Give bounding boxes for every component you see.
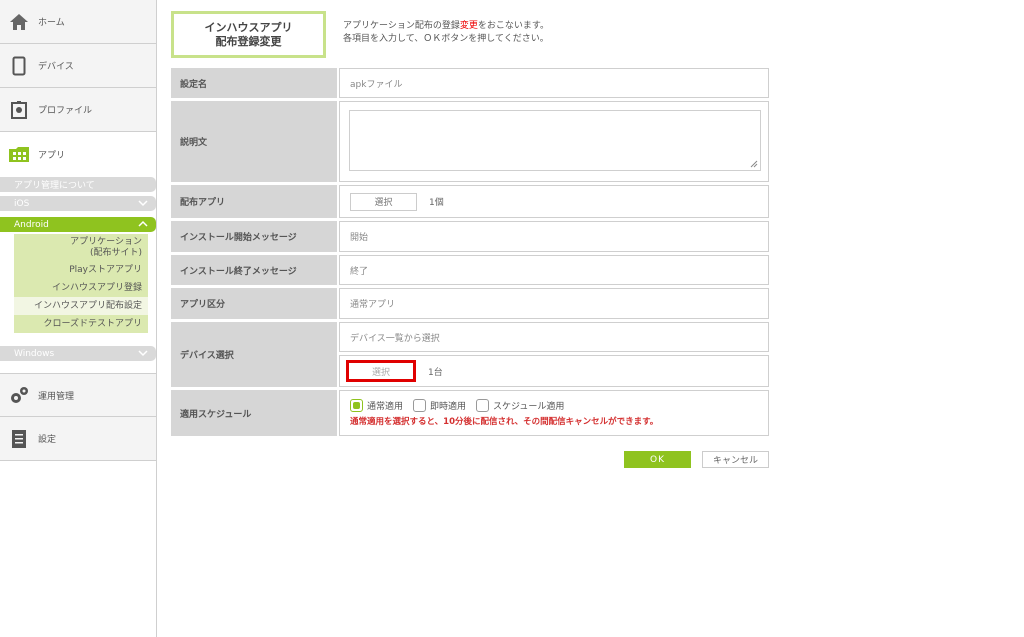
select-app-button[interactable]: 選択	[350, 192, 417, 211]
app-field: 選択 1個	[339, 185, 769, 218]
sidebar-item-android-label: Android	[14, 219, 49, 230]
document-icon	[0, 429, 38, 449]
nav-operations-label: 運用管理	[38, 391, 75, 402]
checkbox-icon[interactable]	[413, 399, 427, 412]
checkbox-checked-icon[interactable]	[350, 399, 363, 412]
desc-text-b: をおこないます。	[477, 21, 549, 31]
desc-text-a: アプリケーション配布の登録	[343, 21, 460, 31]
android-item-playstore[interactable]: Playストアアプリ	[14, 261, 148, 279]
install-start-label: インストール開始メッセージ	[171, 221, 337, 252]
chevron-down-icon	[138, 199, 148, 210]
install-start-input[interactable]: 開始	[339, 221, 769, 252]
sidebar: ホーム デバイス プロファイル アプリ アプリ管理について iOS Androi…	[0, 0, 157, 637]
sidebar-item-windows-label: Windows	[14, 348, 55, 359]
nav-home-label: ホーム	[38, 18, 65, 28]
sidebar-item-windows[interactable]: Windows	[0, 346, 156, 361]
app-type-label: アプリ区分	[171, 288, 337, 319]
schedule-field: 通常適用 即時適用 スケジュール適用 通常適用を選択すると、10分後に配信され、…	[339, 390, 769, 436]
nav-apps-label: アプリ	[38, 150, 66, 161]
desc-text-highlight: 変更	[459, 21, 478, 31]
schedule-option-scheduled[interactable]: スケジュール適用	[476, 399, 564, 412]
device-list-placeholder: デバイス一覧から選択	[339, 322, 769, 352]
nav-profiles[interactable]: プロファイル	[0, 88, 156, 132]
select-device-button[interactable]: 選択	[346, 360, 416, 382]
sidebar-item-android[interactable]: Android	[0, 217, 156, 232]
chevron-up-icon	[138, 220, 148, 231]
schedule-label: 適用スケジュール	[171, 390, 337, 436]
nav-settings[interactable]: 設定	[0, 417, 156, 461]
nav-operations[interactable]: 運用管理	[0, 373, 156, 417]
description-field-box	[339, 101, 769, 182]
page-title-line2: 配布登録変更	[215, 34, 282, 48]
schedule-option-immediate[interactable]: 即時適用	[413, 399, 466, 412]
app-type-value: 通常アプリ	[339, 288, 769, 319]
schedule-option-scheduled-label: スケジュール適用	[493, 402, 565, 412]
page-title-line1: インハウスアプリ	[204, 20, 293, 34]
sidebar-item-about[interactable]: アプリ管理について	[0, 177, 156, 192]
android-item-closed-test[interactable]: クローズドテストアプリ	[14, 315, 148, 333]
page-title: インハウスアプリ 配布登録変更	[171, 11, 326, 58]
android-item-application-site[interactable]: アプリケーション (配布サイト)	[14, 234, 148, 261]
nav-settings-label: 設定	[38, 435, 57, 445]
android-item-inhouse-distribution[interactable]: インハウスアプリ配布設定	[14, 297, 148, 315]
nav-devices[interactable]: デバイス	[0, 44, 156, 88]
nav-home[interactable]: ホーム	[0, 0, 156, 44]
cancel-button[interactable]: キャンセル	[702, 451, 769, 468]
install-end-label: インストール終了メッセージ	[171, 255, 337, 285]
gears-icon	[0, 385, 38, 405]
profile-gear-icon	[0, 100, 38, 120]
desc-text-line2: 各項目を入力して、ＯＫボタンを押してください。	[343, 34, 549, 44]
app-count: 1個	[429, 198, 444, 208]
nav-devices-label: デバイス	[38, 62, 74, 72]
sidebar-item-about-label: アプリ管理について	[14, 181, 95, 191]
sidebar-item-ios[interactable]: iOS	[0, 196, 156, 211]
description-textarea[interactable]	[349, 110, 761, 171]
smartphone-icon	[0, 56, 38, 76]
resize-handle-icon	[750, 160, 758, 168]
app-label: 配布アプリ	[171, 185, 337, 218]
schedule-option-immediate-label: 即時適用	[430, 402, 467, 412]
chevron-down-icon	[138, 349, 148, 360]
device-label: デバイス選択	[171, 322, 337, 387]
schedule-option-normal[interactable]: 通常適用	[350, 399, 403, 412]
description-label: 説明文	[171, 101, 337, 182]
checkbox-icon[interactable]	[476, 399, 490, 412]
device-field: 選択 1台	[339, 355, 769, 387]
device-count: 1台	[428, 367, 443, 378]
nav-profiles-label: プロファイル	[38, 106, 93, 116]
sidebar-item-ios-label: iOS	[14, 198, 30, 209]
apps-folder-icon	[0, 145, 38, 163]
nav-apps[interactable]: アプリ	[0, 132, 156, 176]
home-icon	[0, 13, 38, 31]
schedule-warning: 通常適用を選択すると、10分後に配信され、その間配信キャンセルができます。	[350, 417, 659, 427]
schedule-option-normal-label: 通常適用	[367, 402, 404, 412]
install-end-input[interactable]: 終了	[339, 255, 769, 285]
name-label: 設定名	[171, 68, 337, 98]
page-description: アプリケーション配布の登録変更をおこないます。 各項目を入力して、ＯＫボタンを押…	[343, 20, 549, 46]
android-item-inhouse-register[interactable]: インハウスアプリ登録	[14, 279, 148, 297]
ok-button[interactable]: OK	[624, 451, 691, 468]
name-input[interactable]: apkファイル	[339, 68, 769, 98]
